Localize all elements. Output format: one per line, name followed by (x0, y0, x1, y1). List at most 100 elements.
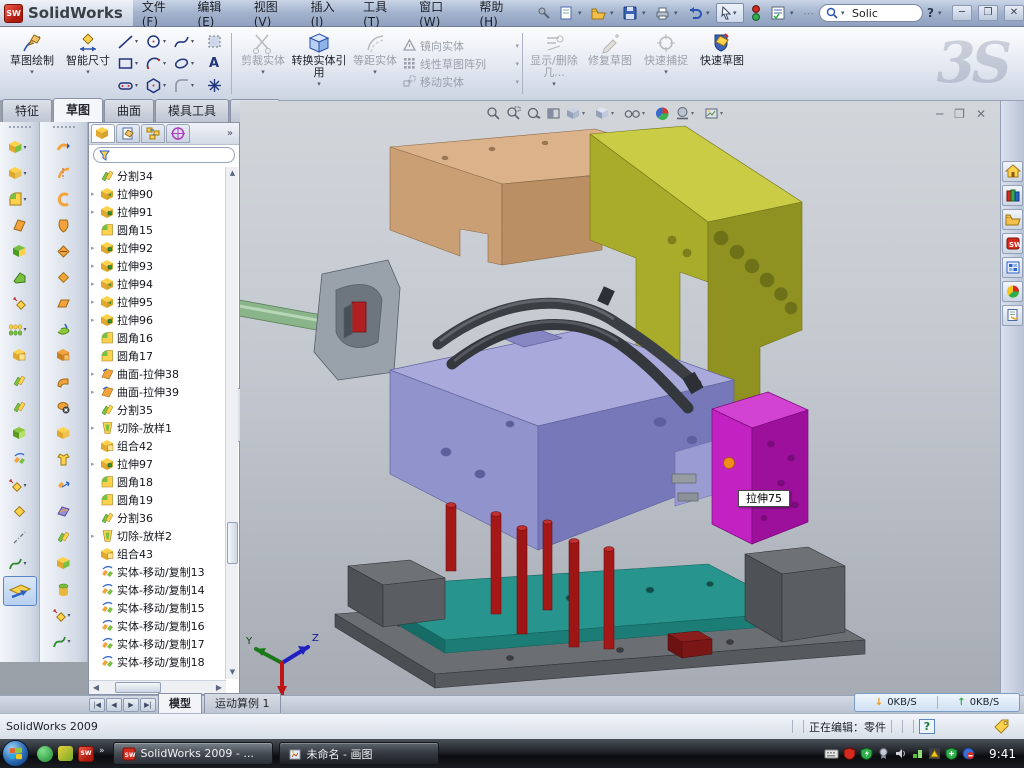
feature-tree-item-2[interactable]: ▸拉伸91 (91, 203, 225, 221)
quick-launch-overflow-icon[interactable]: » (99, 746, 105, 756)
flatten-surface-icon[interactable] (40, 524, 87, 550)
ribbon-tab-3[interactable]: 模具工具 (155, 99, 229, 122)
extruded-cut-icon[interactable]: ▾ (0, 160, 39, 186)
model-green-rod[interactable] (240, 298, 322, 331)
tree-filter-input[interactable] (93, 147, 235, 163)
extended-surface-icon[interactable] (40, 160, 87, 186)
quick-launch-app-icon[interactable] (58, 746, 73, 761)
feature-tree-item-5[interactable]: ▸拉伸93 (91, 257, 225, 275)
boss-face-icon[interactable] (40, 550, 87, 576)
feature-tree-item-22[interactable]: 实体-移动/复制13 (91, 563, 225, 581)
feature-tree-item-1[interactable]: ▸拉伸90 (91, 185, 225, 203)
reference-axis-icon[interactable] (0, 524, 39, 550)
model-purple-block[interactable] (390, 328, 734, 550)
expand-icon[interactable]: ▸ (91, 190, 100, 198)
cmd-button-11[interactable]: 快速草图 (694, 29, 750, 98)
quick-launch-messenger-icon[interactable] (37, 746, 53, 762)
doc-restore-icon[interactable]: ❐ (954, 107, 965, 121)
scroll-up-icon[interactable]: ▲ (226, 167, 239, 180)
move-copy-body-icon[interactable] (0, 446, 39, 472)
keyboard-tray-icon[interactable] (824, 748, 839, 759)
spline-ref-icon[interactable]: ▾ (40, 628, 87, 654)
surface-arrows-icon[interactable] (40, 472, 87, 498)
search-box[interactable]: ▾ (819, 4, 923, 22)
dropdown-icon[interactable]: ▾ (86, 68, 90, 76)
spline-tool[interactable]: ▾ (172, 31, 200, 53)
combine-bodies-icon[interactable] (0, 342, 39, 368)
delete-face-icon[interactable] (40, 394, 87, 420)
fillet-icon[interactable]: ▾ (0, 186, 39, 212)
start-button[interactable] (2, 740, 29, 767)
undo-icon[interactable] (684, 3, 704, 23)
expand-icon[interactable]: ▸ (91, 262, 100, 270)
quick-launch-solidworks-icon[interactable]: SW (78, 746, 94, 762)
hole-wizard-icon[interactable] (0, 290, 39, 316)
feature-tree-item-8[interactable]: ▸拉伸96 (91, 311, 225, 329)
feature-tree-item-21[interactable]: 组合43 (91, 545, 225, 563)
slot-tool[interactable]: ▾ (116, 75, 144, 97)
dropdown-icon[interactable]: ▾ (515, 42, 519, 50)
freeform-icon[interactable] (40, 498, 87, 524)
open-icon[interactable] (588, 3, 608, 23)
scrollbar-thumb[interactable] (227, 522, 238, 564)
expand-icon[interactable]: ▸ (91, 388, 100, 396)
point-ref-icon[interactable]: ▾ (40, 602, 87, 628)
expand-icon[interactable]: ▸ (91, 244, 100, 252)
feature-tree-item-26[interactable]: 实体-移动/复制17 (91, 635, 225, 653)
edit-appearance-icon[interactable] (655, 106, 670, 121)
scrollbar-thumb[interactable] (115, 682, 161, 693)
open-icon-dropdown[interactable]: ▾ (610, 9, 618, 17)
feature-tree-item-27[interactable]: 实体-移动/复制18 (91, 653, 225, 671)
feature-tree-item-24[interactable]: 实体-移动/复制15 (91, 599, 225, 617)
polygon-tool[interactable]: ▾ (144, 75, 172, 97)
ribbon-tab-0[interactable]: 特征 (2, 99, 52, 122)
tab-scroll-last-icon[interactable]: ▶| (140, 698, 156, 712)
magnify-icon[interactable] (526, 106, 541, 121)
doc-tab-1[interactable]: 运动算例 1 (204, 693, 281, 713)
expand-icon[interactable]: ▸ (91, 424, 100, 432)
planar-surface-icon[interactable] (40, 290, 87, 316)
feature-tree-item-7[interactable]: ▸拉伸95 (91, 293, 225, 311)
feature-tree-item-6[interactable]: ▸拉伸94 (91, 275, 225, 293)
print-icon-dropdown[interactable]: ▾ (674, 9, 682, 17)
save-icon[interactable] (620, 3, 640, 23)
app-restore-button[interactable]: ❐ (978, 5, 998, 21)
rectangle-tool[interactable]: ▾ (116, 53, 144, 75)
model-gray-clamp[interactable] (314, 260, 400, 380)
blocked-tray-icon[interactable] (962, 747, 975, 760)
traffic-light-icon[interactable] (746, 3, 766, 23)
point-tool[interactable] (200, 75, 228, 97)
apply-scene-icon[interactable]: ▾ (675, 106, 699, 121)
tab-scroll-prev-icon[interactable]: ◀ (106, 698, 122, 712)
model-red-block[interactable] (668, 631, 712, 658)
dropdown-icon[interactable]: ▾ (552, 80, 556, 88)
line-tool[interactable]: ▾ (116, 31, 144, 53)
split-body-icon[interactable] (0, 368, 39, 394)
scroll-down-icon[interactable]: ▼ (226, 666, 239, 679)
configurationmanager-tab[interactable] (141, 124, 165, 143)
tree-horizontal-scrollbar[interactable]: ◀ ▶ (89, 680, 226, 694)
new-document-icon[interactable] (556, 3, 576, 23)
select-region-tool[interactable] (200, 31, 228, 53)
feature-tree-item-18[interactable]: 圆角19 (91, 491, 225, 509)
tab-scroll-first-icon[interactable]: |◀ (89, 698, 105, 712)
print-icon[interactable] (652, 3, 672, 23)
scroll-right-icon[interactable]: ▶ (212, 683, 226, 692)
feature-tree-item-11[interactable]: ▸曲面-拉伸38 (91, 365, 225, 383)
dropdown-icon[interactable]: ▾ (317, 80, 321, 88)
appearances-scenes-icon[interactable] (1002, 281, 1023, 302)
cmd-button-4[interactable]: 等距实体▾ (347, 29, 403, 98)
options-dropdown[interactable]: ▾ (790, 9, 798, 17)
feature-tree-item-13[interactable]: 分割35 (91, 401, 225, 419)
help-dropdown[interactable]: ▾ (938, 9, 946, 17)
expand-icon[interactable]: ▸ (91, 532, 100, 540)
expand-icon[interactable]: ▸ (91, 298, 100, 306)
app-close-button[interactable]: ✕ (1004, 5, 1024, 21)
cylinder-body-icon[interactable] (40, 576, 87, 602)
alert-tray-icon[interactable] (928, 747, 941, 760)
sketch-fillet-tool[interactable]: ▾ (172, 75, 200, 97)
status-tag-icon[interactable] (993, 719, 1010, 734)
split-body2-icon[interactable] (0, 394, 39, 420)
instant3d-button[interactable] (3, 576, 37, 606)
dropdown-icon[interactable]: ▾ (261, 68, 265, 76)
